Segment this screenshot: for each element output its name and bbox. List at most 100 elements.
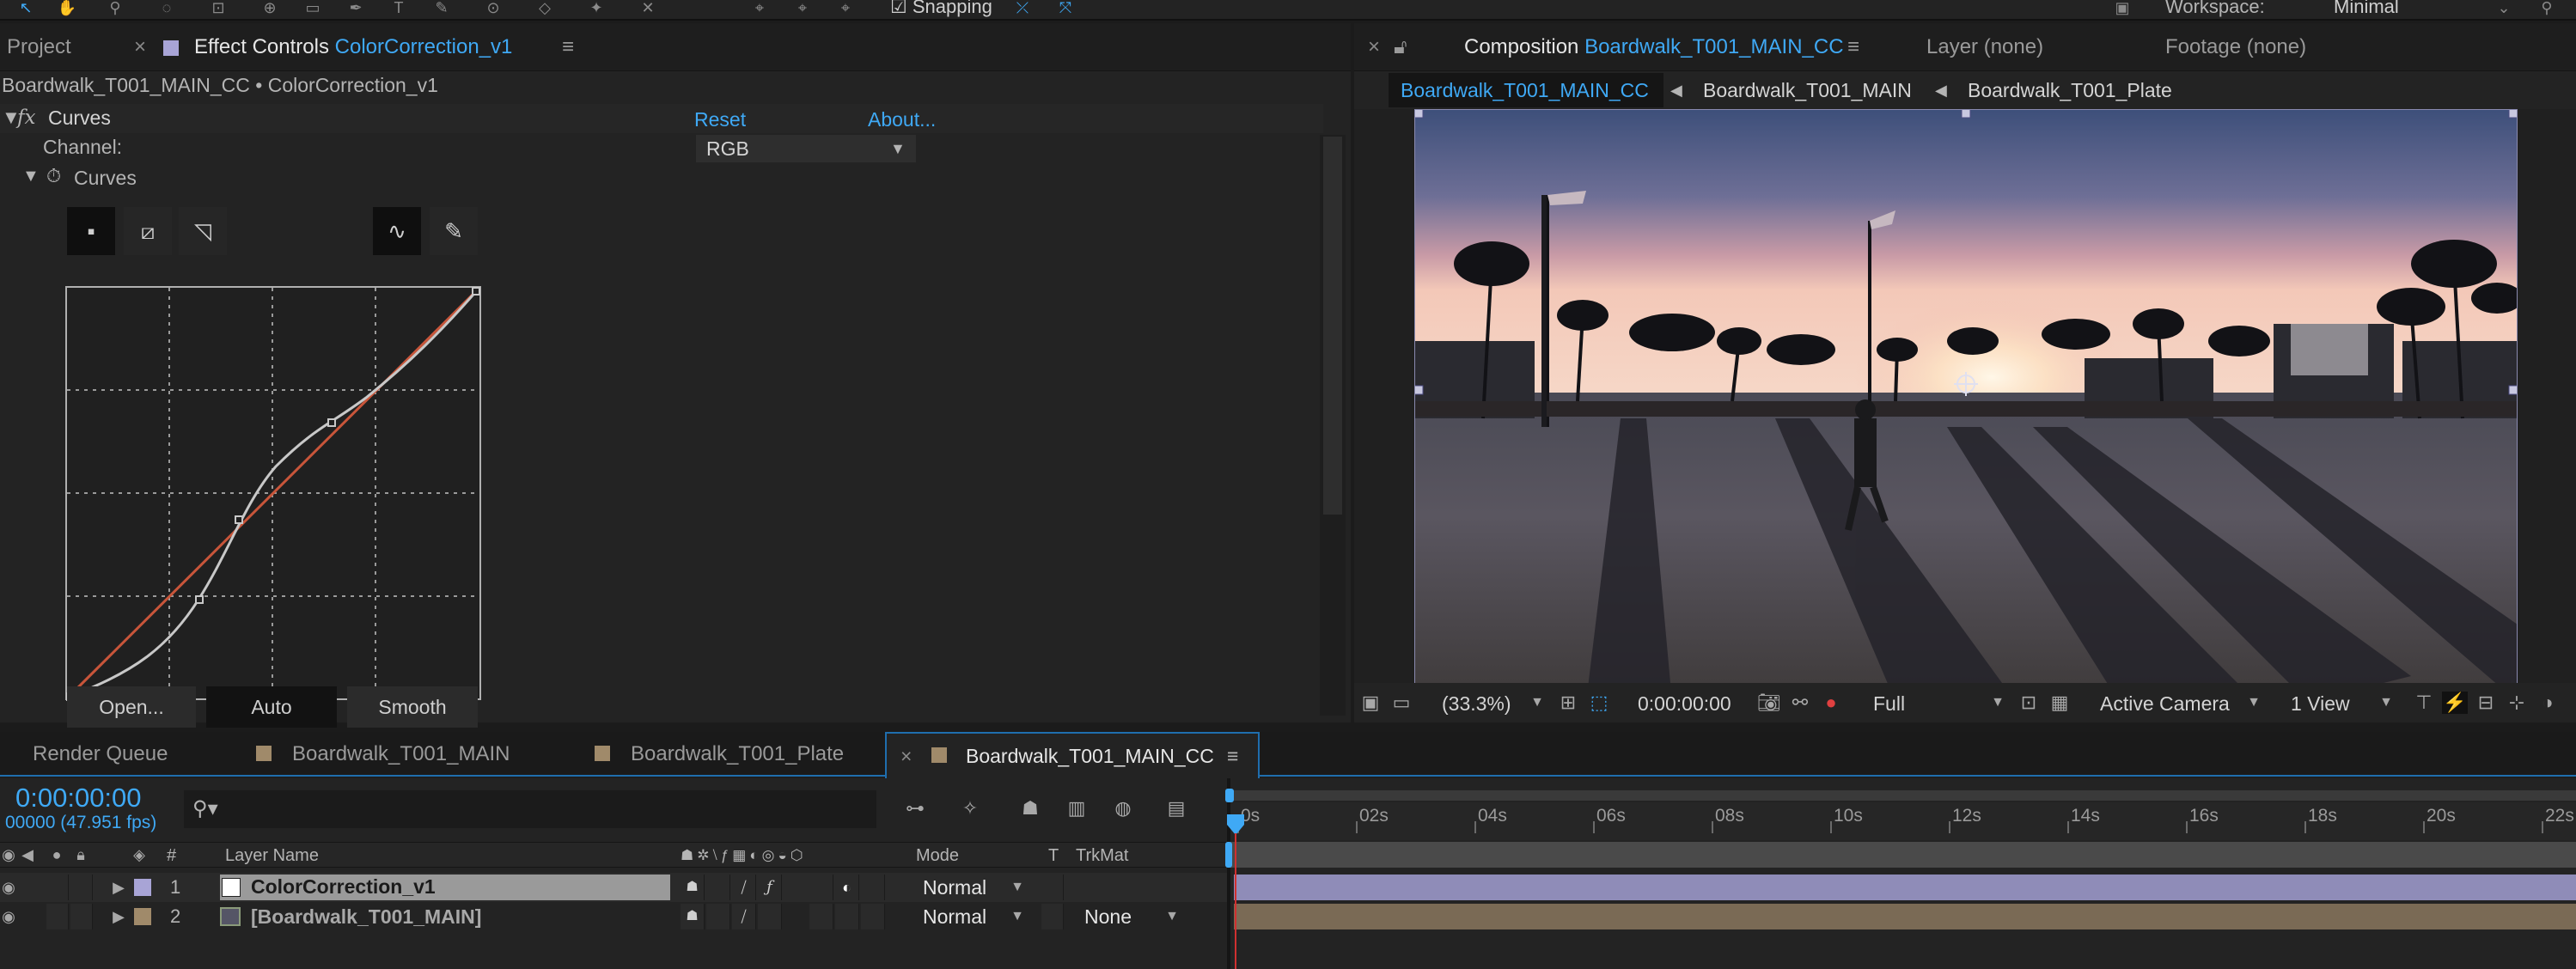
column-layer-name[interactable]: Layer Name <box>225 844 319 868</box>
layer-duration-bar[interactable] <box>1234 875 2576 900</box>
close-icon[interactable]: × <box>1368 23 1380 71</box>
mode-select[interactable]: Normal <box>923 875 986 899</box>
tab-boardwalk-main[interactable]: Boardwalk_T001_MAIN <box>292 732 510 777</box>
fx-icon[interactable]: ƒ <box>758 875 782 900</box>
mask-visibility-icon[interactable]: ⬚ <box>1586 692 1612 714</box>
collapse-switch[interactable] <box>706 875 730 900</box>
workspace-select[interactable]: Minimal <box>2334 0 2399 19</box>
quality-switch-icon[interactable]: ⧸ <box>732 904 756 929</box>
lock-icon[interactable]: 🔓︎ <box>1394 23 1407 71</box>
effects-switch[interactable] <box>758 904 782 929</box>
clone-tool-icon[interactable]: ⊙ <box>481 0 505 17</box>
layer-name[interactable]: [Boardwalk_T001_MAIN] <box>251 905 481 929</box>
roto-tool-icon[interactable]: ✦ <box>584 0 608 17</box>
resolution-select[interactable]: Full <box>1873 692 1905 716</box>
shy-layers-icon[interactable]: ☗ <box>1016 797 1045 820</box>
breadcrumb-active[interactable]: Boardwalk_T001_MAIN_CC <box>1389 73 1663 107</box>
3d-layer-switch[interactable] <box>861 875 885 900</box>
composition-viewer[interactable] <box>1354 109 2576 702</box>
view-axis-icon[interactable]: ⌖ <box>833 0 858 17</box>
reset-link[interactable]: Reset <box>694 107 746 131</box>
camera-select[interactable]: Active Camera <box>2100 692 2230 716</box>
chevron-down-icon[interactable]: ▼ <box>1526 692 1548 714</box>
table-row[interactable]: ◉ ▶ 1 ColorCorrection_v1 ☗ ⧸ ƒ ◐ Normal … <box>0 873 1227 902</box>
solo-toggle[interactable] <box>46 904 69 929</box>
always-preview-icon[interactable]: ▣ <box>1358 692 1383 714</box>
hamburger-menu-icon[interactable]: ≡ <box>1227 744 1238 768</box>
hand-tool-icon[interactable]: ✋ <box>55 0 79 17</box>
zoom-tool-icon[interactable]: ⚲ <box>103 0 127 17</box>
fx-icon[interactable]: fx <box>17 106 35 130</box>
chevron-down-icon[interactable]: ▼ <box>1009 876 1026 899</box>
motion-blur-icon[interactable]: ◍ <box>1108 797 1138 820</box>
layer-name-cell[interactable]: ColorCorrection_v1 <box>220 875 670 900</box>
flowchart-icon[interactable]: ⊹ <box>2504 692 2530 714</box>
breadcrumb-item[interactable]: Boardwalk_T001_MAIN <box>1703 78 1912 102</box>
zoom-select[interactable]: (33.3%) <box>1442 692 1511 716</box>
rotate-tool-icon[interactable]: ◌ <box>155 0 179 17</box>
smooth-button[interactable]: Smooth <box>347 686 478 728</box>
lock-toggle[interactable] <box>70 875 93 900</box>
twirl-open-icon[interactable]: ▼ <box>22 164 40 188</box>
about-link[interactable]: About... <box>868 107 936 131</box>
chevron-down-icon[interactable]: ▼ <box>2243 692 2265 714</box>
graph-editor-icon[interactable]: ▤ <box>1162 797 1191 820</box>
graph-size-medium-icon[interactable]: ⧄ <box>124 207 172 255</box>
tab-boardwalk-plate[interactable]: Boardwalk_T001_Plate <box>631 732 844 777</box>
quality-switch-icon[interactable]: ⧸ <box>732 875 756 900</box>
chevron-down-icon[interactable]: ▼ <box>2375 692 2397 714</box>
twirl-closed-icon[interactable]: ▶ <box>110 876 127 899</box>
open-button[interactable]: Open... <box>67 686 196 728</box>
curve-point[interactable] <box>195 595 204 604</box>
breadcrumb-item[interactable]: Boardwalk_T001_Plate <box>1968 78 2172 102</box>
fast-previews-icon[interactable]: ⚡ <box>2442 692 2468 714</box>
timeline-icon[interactable]: ⊟ <box>2473 692 2499 714</box>
graph-size-large-icon[interactable]: ◹ <box>179 207 227 255</box>
chevron-down-icon[interactable]: ▼ <box>1009 905 1026 928</box>
chevron-down-icon[interactable]: ▼ <box>1163 905 1181 928</box>
eraser-tool-icon[interactable]: ◇ <box>533 0 557 17</box>
label-color-swatch[interactable] <box>134 908 151 925</box>
chevron-down-icon[interactable]: ▼ <box>1987 692 2009 714</box>
camera-tool-icon[interactable]: ⊡ <box>206 0 230 17</box>
tab-composition[interactable]: Composition Boardwalk_T001_MAIN_CC <box>1464 23 1844 71</box>
region-of-interest-icon[interactable]: ⊡ <box>2016 692 2042 714</box>
toggle-pixel-aspect-icon[interactable]: ⊤ <box>2411 692 2437 714</box>
tab-footage[interactable]: Footage (none) <box>2165 23 2306 71</box>
panel-menu-icon[interactable] <box>163 23 179 71</box>
table-row[interactable]: ◉ ▶ 2 [Boardwalk_T001_MAIN] ☗ ⧸ Normal ▼… <box>0 902 1227 931</box>
reset-exposure-icon[interactable]: ◑ <box>2535 692 2561 714</box>
tab-effect-controls[interactable]: Effect Controls ColorCorrection_v1 <box>194 23 512 71</box>
layer-search-input[interactable]: ⚲▾ <box>184 790 876 828</box>
preserve-transparency-toggle[interactable] <box>1041 904 1064 929</box>
curve-point[interactable] <box>472 287 480 296</box>
graph-size-small-icon[interactable]: ▪ <box>67 207 115 255</box>
transparency-grid-icon[interactable]: ▦ <box>2047 692 2072 714</box>
layer-duration-bar[interactable] <box>1234 904 2576 929</box>
composition-frame[interactable] <box>1414 109 2518 702</box>
stopwatch-icon[interactable]: ⏱ <box>46 164 61 188</box>
shy-switch-icon[interactable]: ☗ <box>681 875 705 900</box>
curve-point[interactable] <box>235 515 243 524</box>
safe-zones-icon[interactable]: ⊞ <box>1555 692 1581 714</box>
duration-start-handle[interactable] <box>1225 842 1232 868</box>
axis-mode-icon[interactable]: ⌖ <box>748 0 772 17</box>
curve-point[interactable] <box>327 418 336 427</box>
playhead-line[interactable] <box>1235 833 1236 969</box>
channel-select[interactable]: RGB ▼ <box>696 135 916 162</box>
selection-tool-icon[interactable]: ↖ <box>14 0 38 17</box>
tab-project[interactable]: Project <box>7 23 71 71</box>
curves-graph[interactable] <box>65 286 483 702</box>
frame-blending-icon[interactable]: ▥ <box>1062 797 1091 820</box>
channel-icon[interactable]: ● <box>1818 692 1844 714</box>
type-tool-icon[interactable]: T <box>387 0 411 17</box>
puppet-tool-icon[interactable]: ✕ <box>636 0 660 17</box>
time-ruler[interactable] <box>1230 802 2576 840</box>
auto-button[interactable]: Auto <box>206 686 337 728</box>
collapse-switch[interactable] <box>706 904 730 929</box>
monitor-icon[interactable]: ▭ <box>1389 692 1414 714</box>
motion-blur-switch[interactable] <box>809 904 833 929</box>
hamburger-menu-icon[interactable]: ≡ <box>562 23 574 71</box>
comp-mini-flowchart-icon[interactable]: ⊶ <box>900 797 930 820</box>
snap-edges-icon[interactable]: ⤫ <box>1010 0 1035 17</box>
